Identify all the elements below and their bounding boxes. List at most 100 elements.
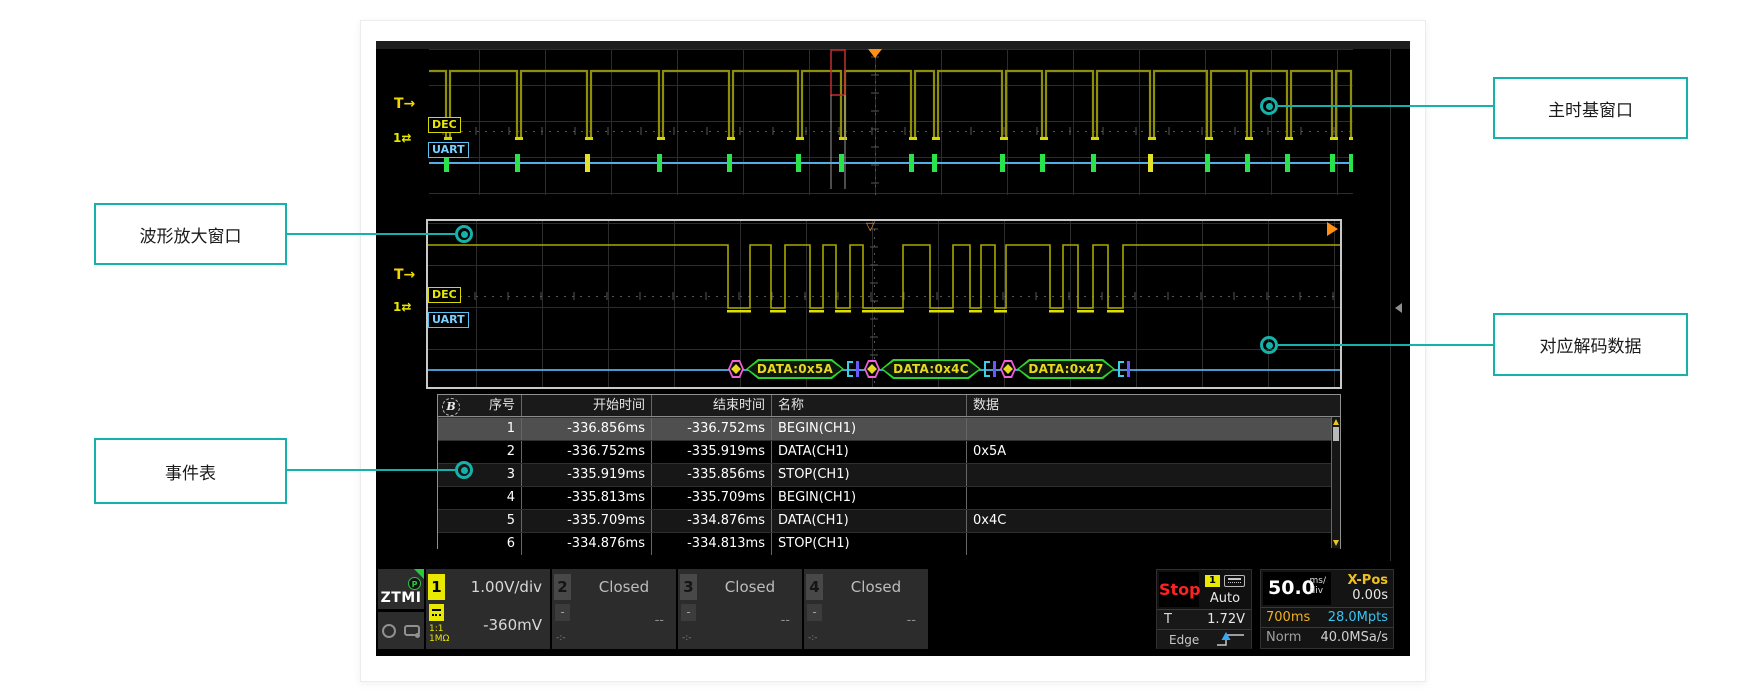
event-table: B序号开始时间结束时间名称数据1-336.856ms-336.752msBEGI… [437, 394, 1341, 549]
channel-3-block[interactable]: 3 -Closed -- -:- [678, 569, 802, 649]
quick-tool-buttons[interactable] [378, 612, 424, 649]
column-header: 开始时间 [522, 395, 652, 416]
annotation-main-timebase-label: 主时基窗口 [1548, 96, 1633, 121]
panel-collapse-arrow-icon[interactable] [1395, 303, 1402, 313]
trigger-mode[interactable]: Auto [1201, 591, 1249, 606]
channel-1-badge[interactable]: 1 [428, 574, 445, 600]
callout-dot-event-table [455, 461, 473, 479]
trigger-level-value: 1.72V [1207, 612, 1245, 627]
timebase-scale-value: 50.0 [1268, 577, 1315, 599]
oscilloscope-screen: T→ DEC 1⇄ UART DATA:0x5ADATA:0x4CDATA:0x… [376, 41, 1410, 656]
acquisition-mode: Norm [1266, 630, 1301, 645]
callout-line-decoded-data [1278, 344, 1493, 346]
zoom-dec-badge[interactable]: DEC [428, 287, 461, 303]
event-table-row[interactable]: 2-336.752ms-335.919msDATA(CH1)0x5A [438, 440, 1340, 463]
channel-1-scale: 1.00V/div [471, 578, 542, 596]
trigger-source-badge: 1 [1205, 575, 1220, 587]
column-header: 数据 [967, 395, 1334, 416]
x-position-value: 0.00s [1352, 588, 1388, 603]
event-cell: BEGIN(CH1) [772, 487, 967, 509]
uart-stop-bit-marker [984, 361, 997, 377]
scroll-down-icon[interactable] [1333, 540, 1339, 546]
channel-2-coupling-icon: - [555, 604, 570, 621]
event-cell: -335.813ms [522, 487, 652, 509]
event-cell: 2 [438, 441, 522, 463]
event-cell [967, 533, 1334, 555]
event-cell: 0x4C [967, 510, 1334, 532]
event-cell: 4 [438, 487, 522, 509]
channel-2-badge[interactable]: 2 [554, 574, 571, 600]
column-header: 名称 [772, 395, 967, 416]
event-table-row[interactable]: 4-335.813ms-335.709msBEGIN(CH1) [438, 486, 1340, 509]
channel-3-badge[interactable]: 3 [680, 574, 697, 600]
event-cell: -335.709ms [652, 487, 772, 509]
uart-data-frame: DATA:0x47 [1017, 359, 1115, 379]
channel-1-offset: -360mV [483, 616, 542, 634]
event-cell [967, 464, 1334, 486]
channel-2-block[interactable]: 2-Closed---:- [552, 569, 676, 649]
callout-line-main-timebase [1278, 105, 1493, 107]
scroll-up-icon[interactable] [1333, 419, 1339, 425]
event-cell [967, 487, 1334, 509]
event-cell: STOP(CH1) [772, 464, 967, 486]
event-cell: 0x5A [967, 441, 1334, 463]
event-cell: -334.876ms [522, 533, 652, 555]
trigger-level-label: T [1164, 612, 1172, 627]
channel-3-value: -- [781, 613, 790, 628]
channel-4-sub-value: -:- [808, 633, 818, 643]
annotation-main-timebase: 主时基窗口 [1493, 77, 1688, 139]
trigger-level-row: T 1.72V [1157, 609, 1251, 629]
acquisition-depth-row: 700ms 28.0Mpts [1261, 607, 1393, 627]
timebase-scale-box[interactable]: 50.0 ms/ div [1263, 572, 1331, 605]
trigger-position-marker[interactable] [868, 49, 882, 58]
channel-4-block[interactable]: 4-Closed---:- [804, 569, 928, 649]
callout-dot-main-timebase [1260, 97, 1278, 115]
side-panel-divider [1390, 49, 1391, 561]
channel-3-state: Closed [702, 578, 798, 596]
zoom-trigger-marker[interactable]: ▽ [866, 221, 874, 232]
annotation-decoded-data-label: 对应解码数据 [1540, 332, 1642, 357]
event-table-row[interactable]: 6-334.876ms-334.813msSTOP(CH1) [438, 532, 1340, 555]
scroll-thumb[interactable] [1333, 427, 1339, 441]
channel-3-sub-value: -:- [682, 633, 692, 643]
uart-stop-bit-marker [1118, 361, 1131, 377]
status-bar: P ZTMI Stop 1 Auto T 1.72V [376, 569, 1410, 649]
timebase-status-block[interactable]: 50.0 ms/ div X-Pos 0.00s 700ms 28.0Mpts … [1260, 569, 1394, 649]
event-table-row[interactable]: 5-335.709ms-334.876msDATA(CH1)0x4C [438, 509, 1340, 532]
channel1-position-marker[interactable]: 1⇄ [393, 131, 411, 145]
table-scrollbar[interactable] [1331, 417, 1340, 548]
probe-compensation-icon[interactable] [382, 624, 396, 638]
channel-3-coupling-icon: - [681, 604, 696, 621]
touch-lock-icon[interactable] [404, 625, 420, 636]
event-cell: -334.813ms [652, 533, 772, 555]
channel-1-block[interactable]: 11.00V/div-360mV1:11MΩ [426, 569, 550, 649]
event-cell: -334.876ms [652, 510, 772, 532]
event-cell: -335.919ms [652, 441, 772, 463]
run-stop-status[interactable]: Stop [1159, 572, 1199, 607]
trigger-status-block[interactable]: Stop 1 Auto T 1.72V Edge [1156, 569, 1252, 649]
ch1-waveform [429, 71, 1353, 138]
scope-top-strip [376, 41, 1410, 49]
zoom-channel1-position-marker[interactable]: 1⇄ [393, 300, 411, 314]
zoom-uart-badge[interactable]: UART [428, 312, 469, 328]
event-table-row[interactable]: 1-336.856ms-336.752msBEGIN(CH1) [438, 417, 1340, 440]
zoom-waveform-plot [428, 221, 1340, 387]
uart-badge[interactable]: UART [428, 142, 469, 158]
trigger-type-row: Edge [1157, 629, 1251, 649]
trigger-level-indicator[interactable]: T→ [394, 96, 415, 112]
event-table-row[interactable]: 3-335.919ms-335.856msSTOP(CH1) [438, 463, 1340, 486]
callout-dot-decoded-data [1260, 336, 1278, 354]
zoom-right-marker[interactable] [1327, 222, 1338, 236]
event-cell: -336.856ms [522, 418, 652, 440]
logo-p-badge-icon: P [408, 577, 421, 590]
uart-stop-bit-marker [847, 361, 860, 377]
event-cell: DATA(CH1) [772, 441, 967, 463]
event-cell: 3 [438, 464, 522, 486]
waveform-zoom-window[interactable]: DATA:0x5ADATA:0x4CDATA:0x47 [426, 219, 1342, 389]
callout-line-event-table [287, 469, 455, 471]
channel-1-impedance: 1MΩ [429, 635, 449, 644]
channel-4-badge[interactable]: 4 [806, 574, 823, 600]
dec-badge[interactable]: DEC [428, 117, 461, 133]
main-timebase-window[interactable] [429, 49, 1353, 195]
zoom-trigger-level-indicator[interactable]: T→ [394, 267, 415, 283]
